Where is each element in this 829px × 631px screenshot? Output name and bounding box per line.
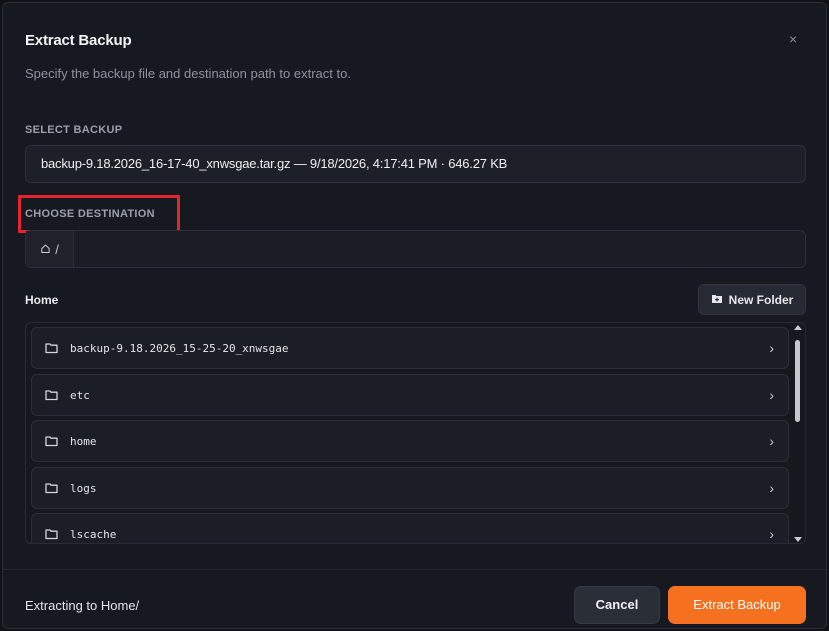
folder-icon	[45, 389, 58, 402]
list-item[interactable]: lscache ›	[31, 513, 789, 543]
folder-icon	[45, 435, 58, 448]
dialog-title: Extract Backup	[25, 32, 132, 49]
destination-root-prefix[interactable]: /	[26, 231, 74, 267]
chevron-right-icon: ›	[769, 480, 774, 496]
destination-path-field: /	[25, 230, 806, 268]
chevron-right-icon: ›	[769, 387, 774, 403]
folder-icon	[45, 528, 58, 541]
new-folder-button[interactable]: New Folder	[698, 284, 806, 315]
folder-name: etc	[70, 388, 90, 402]
scrollbar[interactable]	[793, 325, 803, 545]
cancel-button[interactable]: Cancel	[574, 586, 660, 624]
extract-backup-dialog: Extract Backup × Specify the backup file…	[2, 2, 827, 629]
folder-icon	[45, 482, 58, 495]
list-item[interactable]: logs ›	[31, 467, 789, 509]
home-icon	[40, 242, 51, 257]
breadcrumb[interactable]: Home	[25, 293, 58, 307]
folder-list: backup-9.18.2026_15-25-20_xnwsgae › etc …	[25, 322, 806, 544]
folder-name: logs	[70, 481, 97, 495]
folder-plus-icon	[711, 293, 723, 307]
scrollbar-thumb[interactable]	[795, 340, 800, 422]
destination-prefix-text: /	[55, 241, 59, 257]
folder-name: lscache	[70, 527, 117, 541]
select-backup-label: SELECT BACKUP	[25, 124, 123, 136]
folder-name: home	[70, 434, 97, 448]
extract-status-text: Extracting to Home/	[25, 598, 140, 613]
footer-divider	[3, 569, 826, 570]
highlight-box	[18, 195, 180, 233]
close-icon[interactable]: ×	[789, 31, 797, 47]
list-item[interactable]: backup-9.18.2026_15-25-20_xnwsgae ›	[31, 327, 789, 369]
scroll-up-icon[interactable]	[794, 325, 802, 330]
new-folder-label: New Folder	[728, 292, 794, 307]
backup-select[interactable]: backup-9.18.2026_16-17-40_xnwsgae.tar.gz…	[25, 145, 806, 183]
chevron-right-icon: ›	[769, 526, 774, 542]
destination-path-input[interactable]	[74, 231, 805, 267]
chevron-right-icon: ›	[769, 433, 774, 449]
folder-name: backup-9.18.2026_15-25-20_xnwsgae	[70, 341, 289, 355]
list-item[interactable]: etc ›	[31, 374, 789, 416]
folder-icon	[45, 342, 58, 355]
list-item[interactable]: home ›	[31, 420, 789, 462]
extract-backup-button[interactable]: Extract Backup	[668, 586, 806, 624]
scroll-down-icon[interactable]	[794, 537, 802, 542]
chevron-right-icon: ›	[769, 340, 774, 356]
dialog-subtitle: Specify the backup file and destination …	[25, 66, 351, 81]
